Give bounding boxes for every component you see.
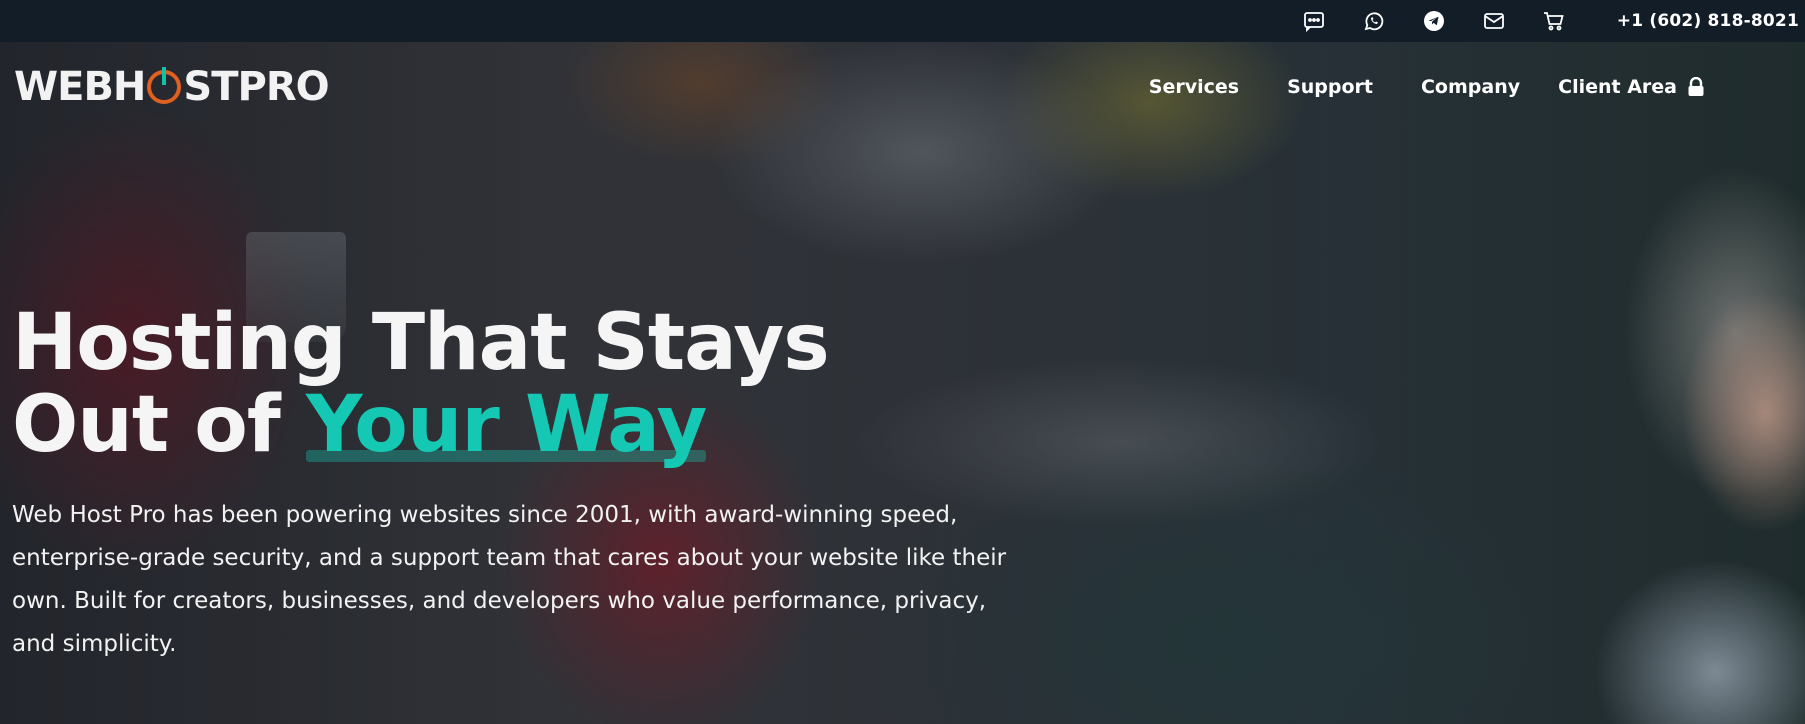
nav-item-support[interactable]: Support [1287,76,1373,98]
site-logo[interactable]: WEBH STPRO [14,64,330,110]
lock-icon [1688,77,1704,96]
headline-line-2-prefix: Out of [12,380,306,470]
hero-headline: Hosting That Stays Out of Your Way [12,302,830,470]
hero-description: Web Host Pro has been powering websites … [12,502,1007,657]
logo-text-right: STPRO [183,64,329,110]
phone-number-link[interactable]: +1 (602) 818-8021 [1617,11,1799,31]
cart-icon[interactable] [1541,8,1567,34]
mail-icon[interactable] [1481,8,1507,34]
client-area-label: Client Area [1558,76,1677,98]
headline-line-1: Hosting That Stays [12,298,830,388]
chat-icon[interactable] [1301,8,1327,34]
logo-text-left: WEBH [14,64,146,110]
client-area-link[interactable]: Client Area [1558,76,1705,98]
main-nav: Services Support Company Client Area [1101,76,1705,98]
telegram-icon[interactable] [1421,8,1447,34]
nav-item-company[interactable]: Company [1421,76,1520,98]
top-contact-bar: +1 (602) 818-8021 [0,0,1805,42]
whatsapp-icon[interactable] [1361,8,1387,34]
power-icon [147,67,182,104]
headline-accent: Your Way [305,380,707,470]
nav-item-services[interactable]: Services [1149,76,1239,98]
